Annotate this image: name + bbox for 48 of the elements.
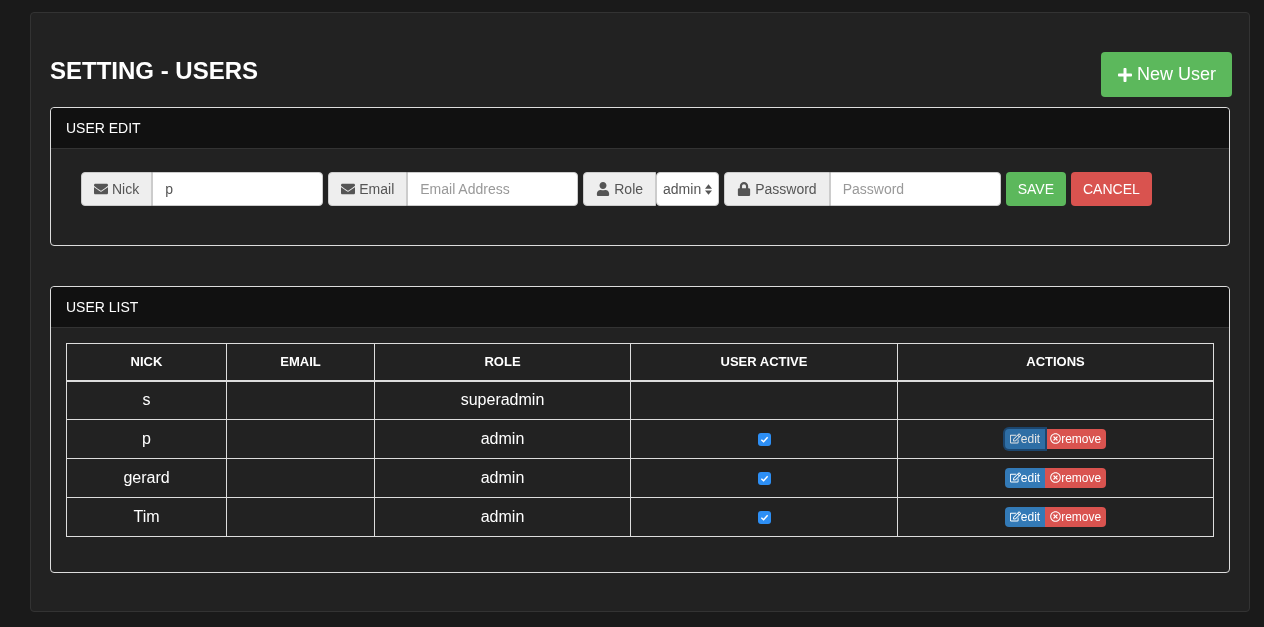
field-label: Nick <box>81 172 153 206</box>
new-user-button[interactable]: New User <box>1101 52 1232 97</box>
plus-icon <box>1117 66 1133 83</box>
active-checkbox[interactable] <box>757 433 771 447</box>
edit-icon <box>1009 472 1021 483</box>
active-checkbox[interactable] <box>757 511 771 525</box>
column-header: EMAIL <box>226 343 375 381</box>
column-header: NICK <box>66 343 227 381</box>
edit-icon <box>1009 433 1021 444</box>
stepper-icon <box>705 183 713 195</box>
table-cell: admin <box>374 419 631 459</box>
edit-button[interactable]: edit <box>1004 506 1046 527</box>
envelope-icon <box>341 182 356 196</box>
lock-icon <box>737 182 752 196</box>
column-header: ROLE <box>374 343 631 381</box>
input-field[interactable]: p <box>152 172 324 206</box>
edit-button[interactable]: edit <box>1004 428 1046 449</box>
panel-heading: USER LIST <box>51 287 1229 328</box>
table-cell: p <box>66 419 227 459</box>
envelope-icon <box>94 182 108 196</box>
cancel-button[interactable]: CANCEL <box>1070 172 1152 206</box>
table-cell: s <box>66 380 227 420</box>
field-label: Password <box>724 172 830 206</box>
edit-button[interactable]: edit <box>1004 467 1046 488</box>
save-button[interactable]: SAVE <box>1005 172 1066 206</box>
edit-icon <box>1009 511 1021 522</box>
remove-button[interactable]: remove <box>1045 506 1107 527</box>
table-cell: superadmin <box>374 380 631 420</box>
role-select[interactable]: admin <box>656 172 720 206</box>
checkmark-icon <box>759 513 769 523</box>
checkmark-icon <box>759 474 769 484</box>
table-cell: admin <box>374 497 631 537</box>
panel-heading: USER EDIT <box>51 108 1229 149</box>
table-cell: Tim <box>66 497 227 537</box>
input-field[interactable]: Email Address <box>407 172 579 206</box>
user-icon <box>596 182 611 196</box>
remove-button[interactable]: remove <box>1045 467 1107 488</box>
remove-button[interactable]: remove <box>1045 428 1107 449</box>
column-header: USER ACTIVE <box>630 343 898 381</box>
column-header: ACTIONS <box>897 343 1214 381</box>
table-cell: admin <box>374 458 631 498</box>
table-cell: gerard <box>66 458 227 498</box>
field-label: Email <box>328 172 408 206</box>
active-checkbox[interactable] <box>757 472 771 486</box>
page-title: SETTING - USERS <box>50 56 259 86</box>
input-field[interactable]: Password <box>829 172 1001 206</box>
field-label: Role <box>583 172 657 206</box>
checkmark-icon <box>759 435 769 445</box>
